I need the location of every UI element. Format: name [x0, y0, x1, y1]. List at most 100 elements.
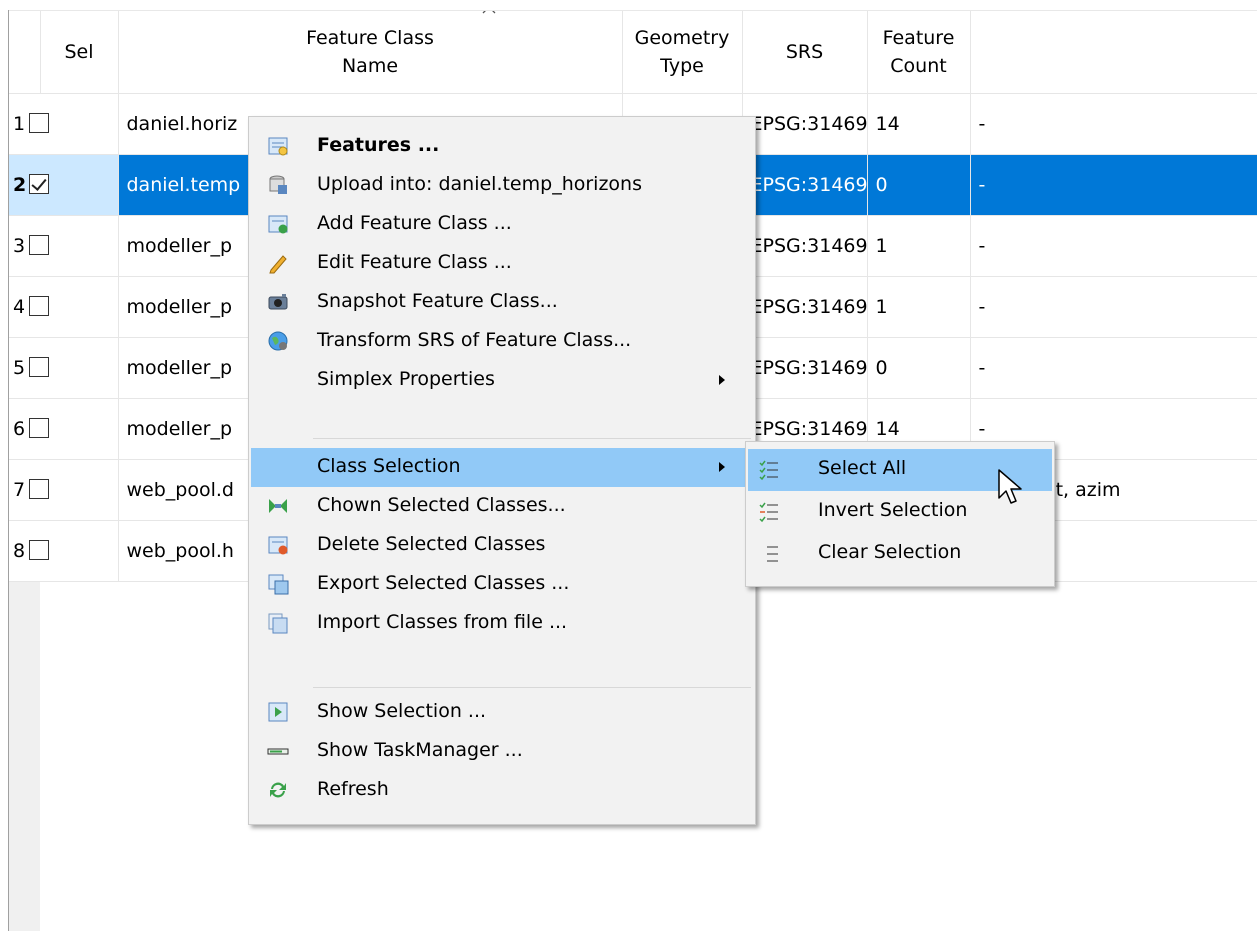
- attributes-cell[interactable]: -: [970, 276, 1257, 338]
- menu-item-refresh[interactable]: Refresh: [251, 771, 753, 810]
- submenu-arrow-icon: [719, 462, 725, 472]
- feature-count-cell[interactable]: 14: [867, 93, 971, 155]
- menu-item-label: Refresh: [317, 778, 389, 800]
- clear-selection-icon: [767, 546, 778, 562]
- menu-item-delete-selected-classes[interactable]: Delete Selected Classes: [251, 526, 753, 565]
- menu-item-label: Snapshot Feature Class...: [317, 290, 558, 312]
- menu-item-label: Show TaskManager ...: [317, 739, 523, 761]
- table-header-row: Sel Feature Class Name Geometry Type SRS…: [9, 11, 1257, 94]
- upload-db-icon: [269, 175, 287, 194]
- export-icon: [268, 574, 289, 595]
- select-checkbox[interactable]: [29, 417, 49, 438]
- class-selection-submenu: Select All Invert Selection Clear Selectio…: [745, 441, 1055, 587]
- feature-class-view: Sel Feature Class Name Geometry Type SRS…: [0, 0, 1257, 931]
- attributes-cell[interactable]: -: [970, 93, 1257, 155]
- import-icon: [268, 613, 288, 634]
- srs-cell[interactable]: EPSG:31469 (DHDN...: [742, 337, 868, 399]
- context-menu: Features ... Upload into: daniel.temp_hor…: [248, 116, 756, 825]
- select-checkbox[interactable]: [29, 356, 49, 377]
- select-checkbox[interactable]: [29, 112, 49, 133]
- attributes-cell[interactable]: -: [970, 215, 1257, 277]
- menu-separator: [313, 438, 751, 439]
- row-number-cell[interactable]: 8: [9, 520, 119, 582]
- select-checkbox[interactable]: [29, 295, 49, 316]
- show-selection-icon: [268, 702, 288, 722]
- row-number-cell[interactable]: 6: [9, 398, 119, 460]
- menu-item-class-selection[interactable]: Class Selection: [251, 448, 753, 487]
- column-header-sel[interactable]: Sel: [40, 11, 119, 94]
- row-number: 2: [13, 173, 27, 196]
- submenu-arrow-icon: [719, 375, 725, 385]
- menu-item-features[interactable]: Features ...: [251, 127, 753, 166]
- row-number: 5: [13, 356, 26, 379]
- row-number: 8: [13, 539, 26, 562]
- row-number-cell[interactable]: 1: [9, 93, 119, 155]
- menu-item-label: Transform SRS of Feature Class...: [317, 329, 632, 351]
- camera-icon: [268, 294, 288, 310]
- row-number-cell[interactable]: 5: [9, 337, 119, 399]
- row-number: 4: [13, 295, 26, 318]
- feature-count-cell[interactable]: 0: [867, 154, 971, 216]
- submenu-item-clear-selection[interactable]: Clear Selection: [748, 533, 1052, 575]
- attributes-cell[interactable]: -: [970, 337, 1257, 399]
- menu-item-label: Edit Feature Class ...: [317, 251, 512, 273]
- add-class-icon: [268, 215, 288, 234]
- menu-item-show-taskmanager[interactable]: Show TaskManager ...: [251, 732, 753, 771]
- menu-item-label: Features ...: [317, 134, 440, 156]
- menu-item-export-selected-classes[interactable]: Export Selected Classes ...: [251, 565, 753, 604]
- column-header-feature-count[interactable]: Feature Count: [867, 11, 971, 94]
- select-checkbox[interactable]: [29, 234, 49, 255]
- menu-item-simplex-properties[interactable]: Simplex Properties: [251, 361, 753, 400]
- row-number-cell[interactable]: 4: [9, 276, 119, 338]
- column-header-geometry-type[interactable]: Geometry Type: [622, 11, 743, 94]
- menu-item-label: Add Feature Class ...: [317, 212, 512, 234]
- taskmanager-icon: [267, 748, 289, 755]
- feature-count-cell[interactable]: 1: [867, 276, 971, 338]
- column-header-row-number: [9, 11, 41, 94]
- menu-item-label: Upload into: daniel.temp_horizons: [317, 173, 642, 195]
- select-checkbox[interactable]: [29, 173, 49, 194]
- attributes-cell[interactable]: -: [970, 154, 1257, 216]
- row-header-empty-area: [9, 574, 40, 931]
- menu-item-edit-feature-class[interactable]: Edit Feature Class ...: [251, 244, 753, 283]
- feature-count-cell[interactable]: 0: [867, 337, 971, 399]
- column-header-feature-class-name[interactable]: Feature Class Name: [118, 11, 623, 94]
- row-number: 7: [13, 478, 26, 501]
- delete-class-icon: [268, 536, 288, 555]
- srs-cell[interactable]: EPSG:31469 (DHDN...: [742, 154, 868, 216]
- menu-item-transform-srs-of-feature-class[interactable]: Transform SRS of Feature Class...: [251, 322, 753, 361]
- menu-item-add-feature-class[interactable]: Add Feature Class ...: [251, 205, 753, 244]
- menu-item-chown-selected-classes[interactable]: Chown Selected Classes...: [251, 487, 753, 526]
- srs-cell[interactable]: EPSG:31469 (DHDN...: [742, 93, 868, 155]
- srs-cell[interactable]: EPSG:31469 (DHDN...: [742, 276, 868, 338]
- features-icon: [268, 137, 288, 156]
- menu-item-upload-into-daniel-temp-horizons[interactable]: Upload into: daniel.temp_horizons: [251, 166, 753, 205]
- pencil-icon: [269, 255, 287, 274]
- menu-item-show-selection[interactable]: Show Selection ...: [251, 693, 753, 732]
- menu-item-import-classes-from-file[interactable]: Import Classes from file ...: [251, 604, 753, 643]
- refresh-icon: [270, 782, 286, 798]
- row-number-cell[interactable]: 7: [9, 459, 119, 521]
- select-checkbox[interactable]: [29, 478, 49, 499]
- column-header-attributes[interactable]: [970, 11, 1257, 94]
- submenu-item-label: Invert Selection: [818, 499, 968, 521]
- menu-item-label: Class Selection: [317, 455, 461, 477]
- column-header-srs[interactable]: SRS: [742, 11, 868, 94]
- select-checkbox[interactable]: [29, 539, 49, 560]
- srs-cell[interactable]: EPSG:31469 (DHDN...: [742, 215, 868, 277]
- row-number-cell[interactable]: 2: [9, 154, 119, 216]
- row-number: 3: [13, 234, 26, 257]
- menu-item-label: Chown Selected Classes...: [317, 494, 566, 516]
- menu-item-label: Export Selected Classes ...: [317, 572, 570, 594]
- menu-item-label: Simplex Properties: [317, 368, 495, 390]
- menu-item-snapshot-feature-class[interactable]: Snapshot Feature Class...: [251, 283, 753, 322]
- sort-ascending-icon: [482, 11, 495, 14]
- mouse-pointer-icon: [998, 469, 1022, 504]
- globe-icon: [268, 331, 288, 351]
- chown-icon: [269, 499, 287, 513]
- feature-count-cell[interactable]: 1: [867, 215, 971, 277]
- menu-item-label: Delete Selected Classes: [317, 533, 546, 555]
- row-number-cell[interactable]: 3: [9, 215, 119, 277]
- row-number: 6: [13, 417, 26, 440]
- select-all-icon: [759, 460, 778, 481]
